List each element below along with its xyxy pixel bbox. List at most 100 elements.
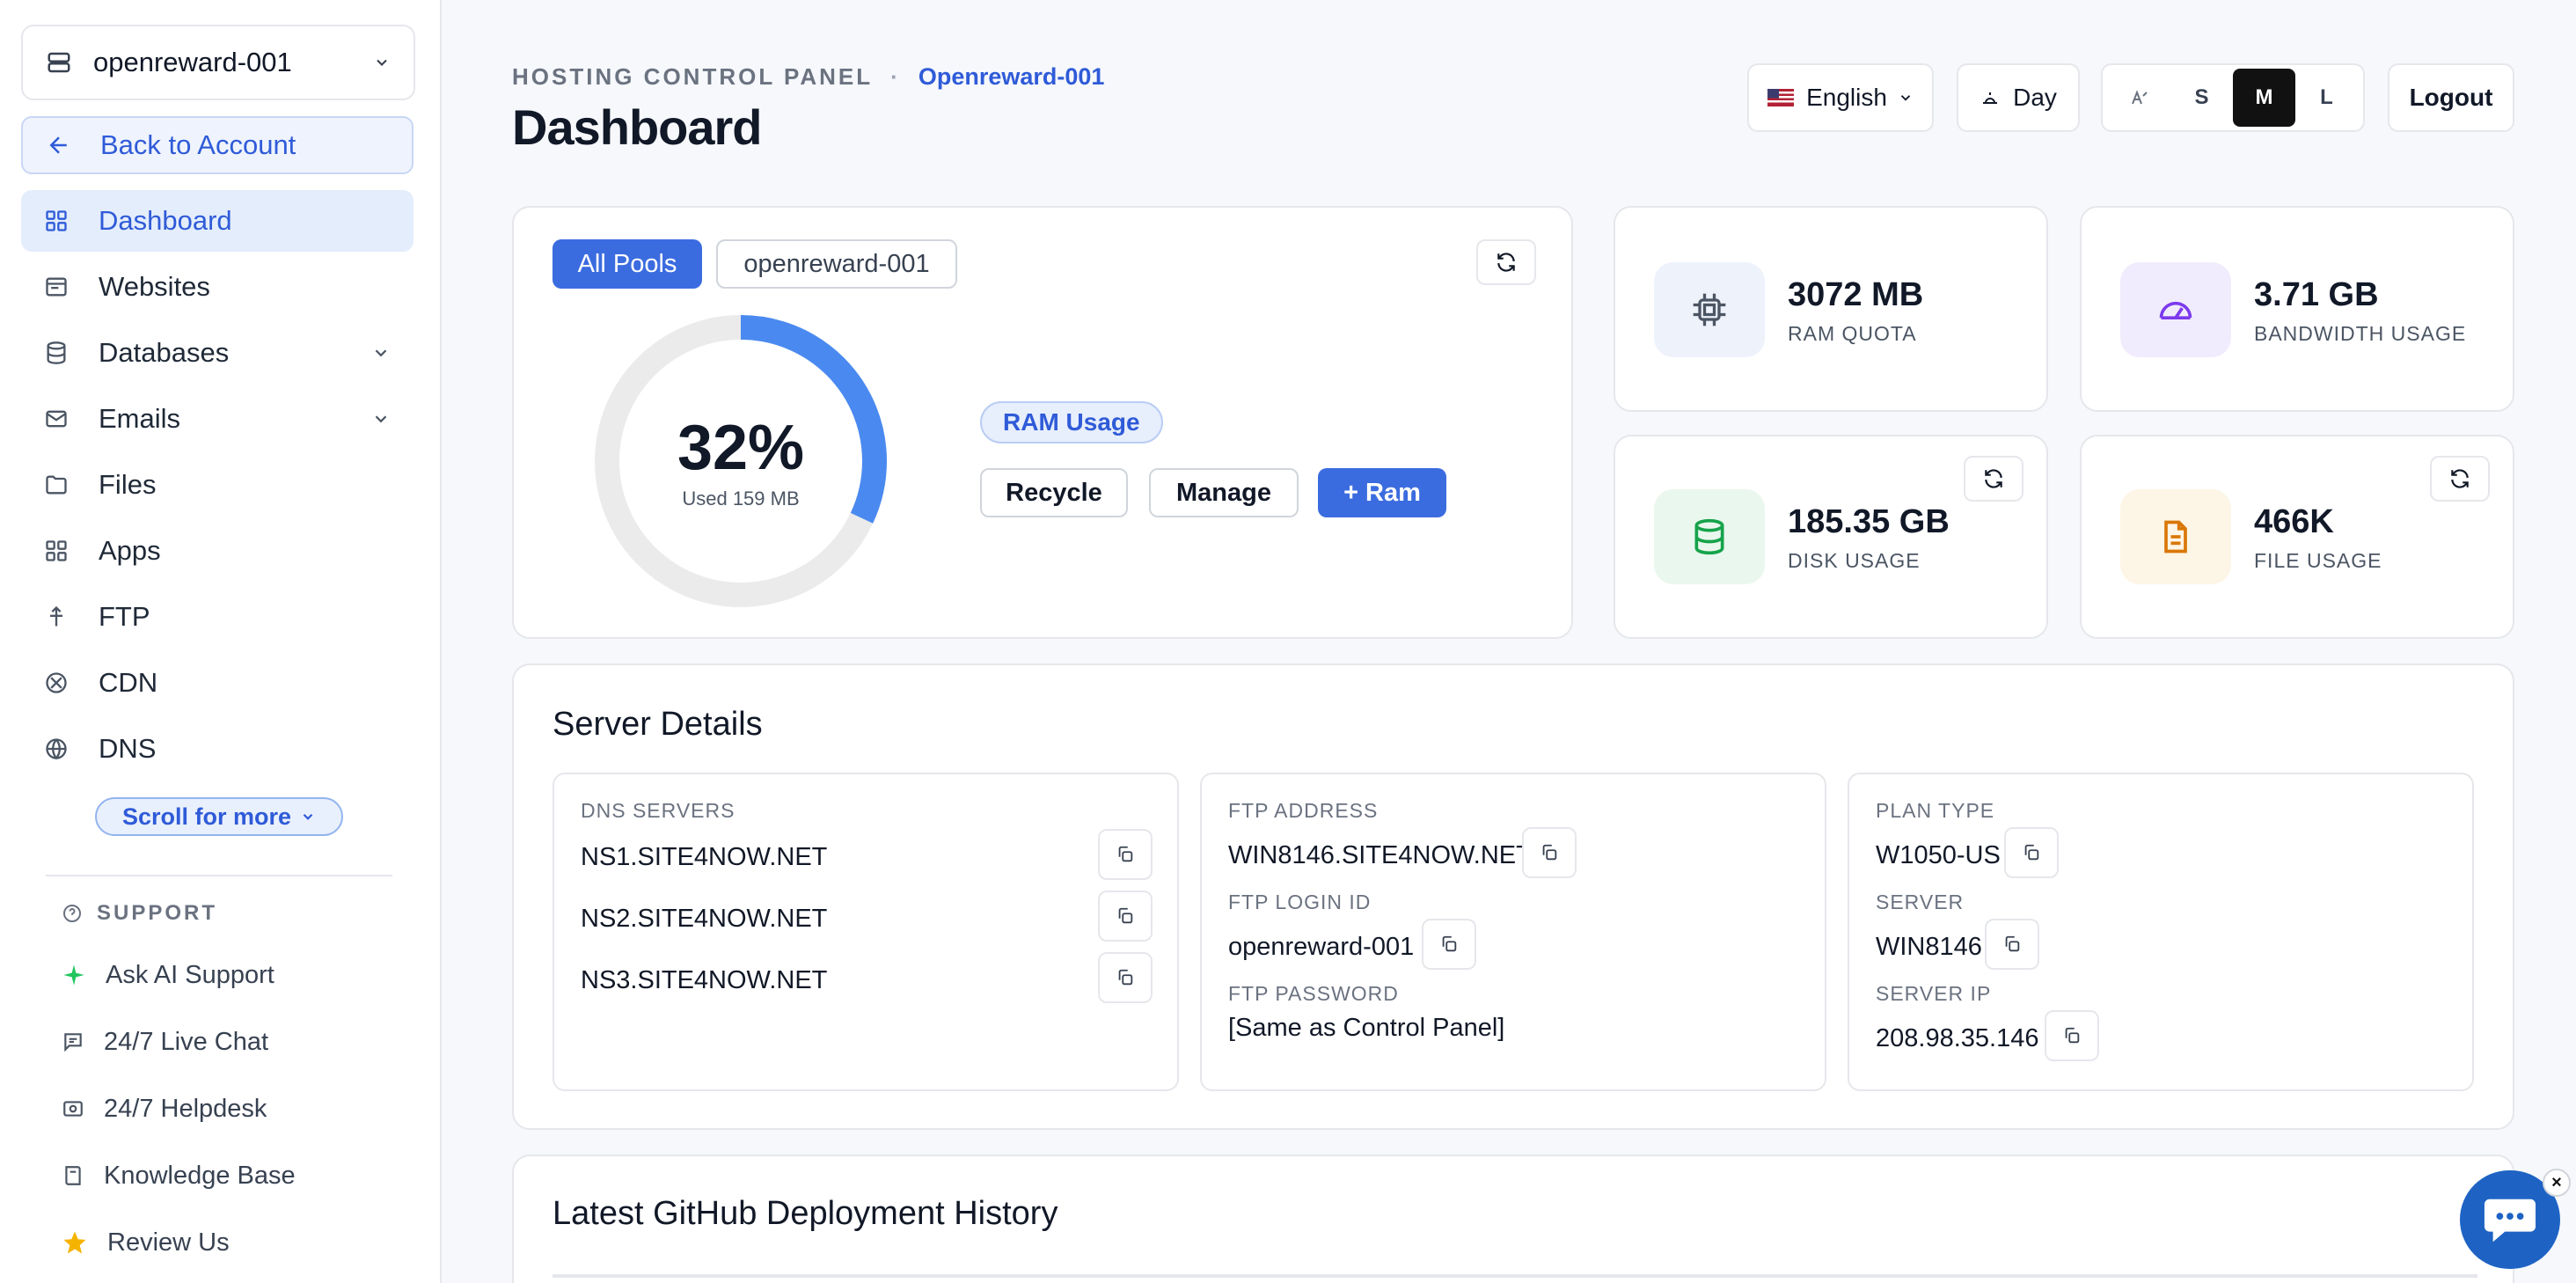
- chip-icon: [1693, 293, 1726, 326]
- refresh-icon: [1497, 253, 1515, 272]
- dns-server-2: NS2.SITE4NOW.NET: [581, 905, 828, 933]
- font-size-medium[interactable]: M: [2233, 69, 2295, 127]
- stat-label: DISK USAGE: [1788, 549, 1921, 572]
- copy-dns-1-button[interactable]: [1098, 829, 1153, 880]
- refresh-icon: [1985, 469, 2002, 488]
- deployment-table-header-rule: [553, 1274, 2477, 1278]
- font-size-large[interactable]: L: [2295, 69, 2358, 127]
- nav-item-apps[interactable]: Apps: [21, 520, 413, 582]
- copy-dns-2-button[interactable]: [1098, 891, 1153, 942]
- ram-usage-card: All Pools openreward-001 32% Used 159 MB…: [512, 206, 1573, 639]
- copy-icon: [2024, 844, 2039, 861]
- breadcrumb-separator: ·: [890, 63, 901, 90]
- copy-ftp-address-button[interactable]: [1522, 827, 1577, 878]
- font-size-small[interactable]: S: [2170, 69, 2233, 127]
- text-size-icon: [2131, 90, 2148, 105]
- nav-item-ftp[interactable]: FTP: [21, 586, 413, 648]
- refresh-files-button[interactable]: [2430, 456, 2490, 502]
- ftp-password: [Same as Control Panel]: [1228, 1014, 1505, 1042]
- page-title: Dashboard: [512, 99, 762, 155]
- copy-plan-button[interactable]: [2004, 827, 2059, 878]
- chevron-down-icon: [1900, 95, 1911, 101]
- server-details-title: Server Details: [553, 706, 763, 743]
- refresh-icon: [2451, 469, 2469, 488]
- refresh-ram-button[interactable]: [1476, 239, 1536, 285]
- plan-panel: PLAN TYPE W1050-US SERVER WIN8146 SERVER…: [1848, 773, 2474, 1091]
- copy-ftp-login-button[interactable]: [1422, 919, 1476, 970]
- stat-icon-wrap: [1654, 262, 1765, 357]
- deployment-history-title: Latest GitHub Deployment History: [553, 1195, 1058, 1232]
- tab-openreward-001[interactable]: openreward-001: [716, 239, 957, 289]
- scroll-for-more-button[interactable]: Scroll for more: [95, 797, 343, 836]
- site-selector[interactable]: openreward-001: [21, 25, 415, 100]
- chat-icon: [64, 1033, 82, 1052]
- chevron-down-icon: [377, 59, 387, 66]
- speedometer-icon: [2159, 301, 2192, 319]
- support-item-label: 24/7 Live Chat: [104, 1027, 269, 1056]
- font-size-reset-button[interactable]: [2108, 69, 2170, 127]
- dns-servers-label: DNS SERVERS: [581, 799, 735, 822]
- copy-icon: [1442, 935, 1457, 952]
- server-label: SERVER: [1876, 891, 1965, 913]
- grid-icon: [46, 210, 67, 231]
- copy-server-button[interactable]: [1985, 919, 2039, 970]
- sparkle-icon: [63, 964, 84, 986]
- copy-dns-3-button[interactable]: [1098, 952, 1153, 1003]
- nav-item-label: Files: [99, 469, 157, 500]
- stat-value: 466K: [2254, 503, 2334, 540]
- server-ip: 208.98.35.146: [1876, 1024, 2039, 1052]
- manage-button[interactable]: Manage: [1149, 468, 1299, 517]
- back-to-account-button[interactable]: Back to Account: [21, 116, 413, 174]
- server-icon: [48, 52, 70, 73]
- tab-all-pools[interactable]: All Pools: [553, 239, 702, 289]
- copy-icon: [1542, 844, 1557, 861]
- ftp-icon: [50, 605, 62, 627]
- breadcrumb-site[interactable]: Openreward-001: [918, 63, 1105, 91]
- copy-server-ip-button[interactable]: [2045, 1010, 2099, 1061]
- nav-item-label: DNS: [99, 733, 157, 764]
- stat-card-ram-quota: 3072 MB RAM QUOTA: [1614, 206, 2048, 412]
- stat-icon-wrap: [1654, 489, 1765, 584]
- database-icon: [47, 341, 66, 364]
- support-item-knowledge-base[interactable]: Knowledge Base: [62, 1149, 296, 1202]
- nav-item-websites[interactable]: Websites: [21, 256, 413, 318]
- nav-item-label: Dashboard: [99, 205, 232, 236]
- language-selector[interactable]: English: [1747, 63, 1934, 132]
- stat-card-bandwidth: 3.71 GB BANDWIDTH USAGE: [2080, 206, 2514, 412]
- stat-value: 185.35 GB: [1788, 503, 1950, 540]
- ftp-panel: FTP ADDRESS WIN8146.SITE4NOW.NET FTP LOG…: [1200, 773, 1826, 1091]
- scroll-for-more-label: Scroll for more: [121, 803, 292, 830]
- nav-item-dashboard[interactable]: Dashboard: [21, 190, 413, 252]
- copy-icon: [1118, 969, 1133, 986]
- star-icon: [63, 1231, 86, 1254]
- logout-button[interactable]: Logout: [2388, 63, 2514, 132]
- browser-icon: [46, 277, 67, 297]
- nav-item-dns[interactable]: DNS: [21, 718, 413, 780]
- arrow-left-icon: [49, 136, 67, 154]
- nav-item-label: Apps: [99, 535, 161, 566]
- copy-icon: [2065, 1027, 2080, 1044]
- nav-item-files[interactable]: Files: [21, 454, 413, 516]
- add-ram-button[interactable]: + Ram: [1318, 468, 1446, 517]
- language-label: English: [1806, 84, 1887, 111]
- close-icon: ×: [2551, 1172, 2562, 1192]
- support-item-live-chat[interactable]: 24/7 Live Chat: [62, 1015, 268, 1068]
- ftp-address: WIN8146.SITE4NOW.NET: [1228, 841, 1532, 869]
- support-item-ai[interactable]: Ask AI Support: [62, 949, 274, 1001]
- theme-toggle[interactable]: Day: [1957, 63, 2080, 132]
- ram-usage-badge: RAM Usage: [980, 401, 1163, 444]
- dns-server-3: NS3.SITE4NOW.NET: [581, 966, 828, 994]
- support-item-review[interactable]: Review Us: [62, 1216, 230, 1269]
- sidebar-divider: [46, 875, 392, 876]
- recycle-button[interactable]: Recycle: [980, 468, 1128, 517]
- font-size-selector: S M L: [2101, 63, 2365, 132]
- refresh-disk-button[interactable]: [1964, 456, 2023, 502]
- nav-item-cdn[interactable]: CDN: [21, 652, 413, 714]
- ram-used: Used 159 MB: [682, 488, 800, 510]
- support-item-helpdesk[interactable]: 24/7 Helpdesk: [62, 1082, 267, 1135]
- nav-item-emails[interactable]: Emails: [21, 388, 413, 450]
- support-heading-label: SUPPORT: [97, 901, 218, 925]
- close-chat-widget-button[interactable]: ×: [2543, 1169, 2571, 1197]
- nav-item-databases[interactable]: Databases: [21, 322, 413, 384]
- plan-type: W1050-US: [1876, 841, 2001, 869]
